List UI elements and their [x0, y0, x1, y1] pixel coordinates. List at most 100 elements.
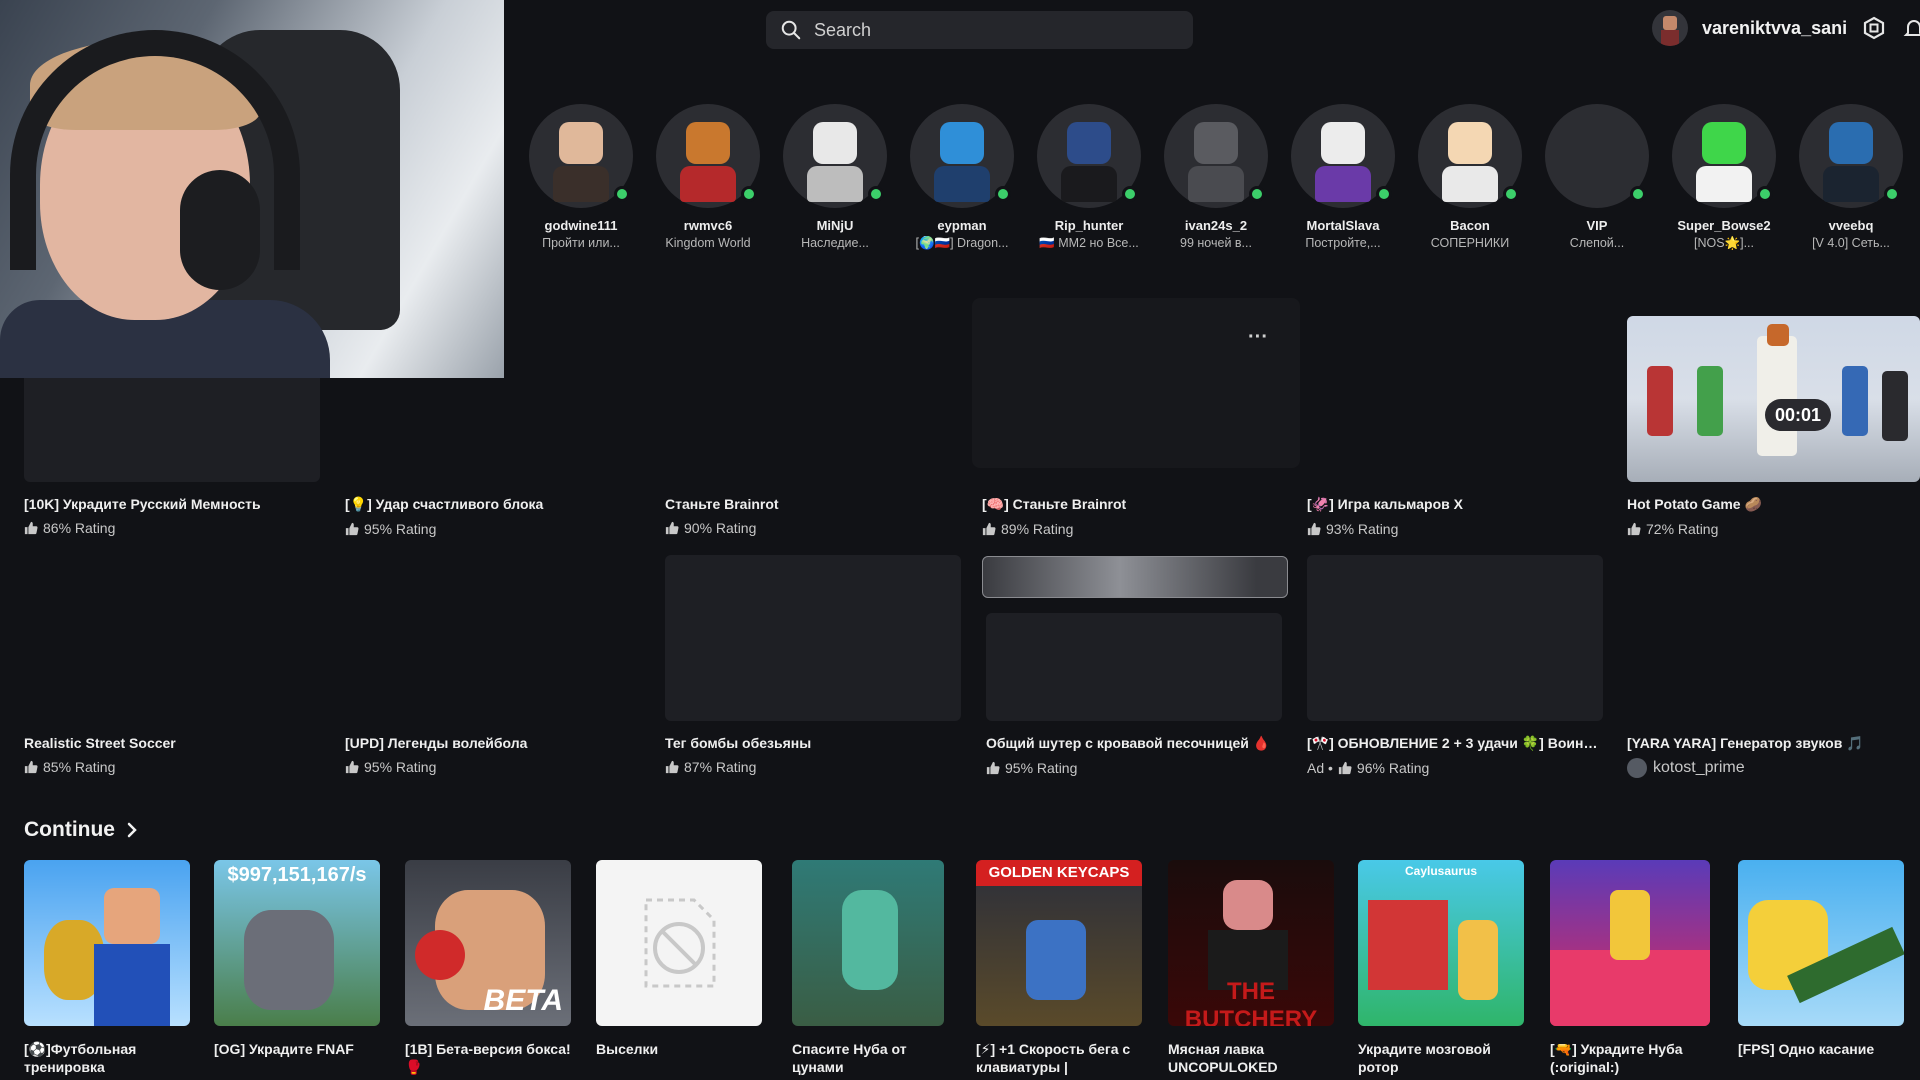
game-thumbnail[interactable]	[1550, 860, 1710, 1026]
friend-avatar[interactable]	[783, 104, 887, 208]
friend-avatar[interactable]	[1291, 104, 1395, 208]
game-thumbnail[interactable]: GOLDEN KEYCAPS	[976, 860, 1142, 1026]
game-rating: 93% Rating	[1307, 521, 1603, 537]
game-tile[interactable]: [🦑] Игра кальмаров X 93% Rating	[1307, 316, 1603, 537]
game-thumbnail[interactable]	[665, 316, 961, 482]
game-rating: 85% Rating	[24, 759, 320, 775]
friend-avatar[interactable]	[910, 104, 1014, 208]
friend-name: vveebq	[1828, 218, 1874, 233]
game-thumbnail[interactable]	[792, 860, 944, 1026]
game-thumbnail[interactable]	[1307, 316, 1603, 482]
notification-bell-icon[interactable]	[1901, 15, 1920, 41]
online-indicator	[1630, 186, 1646, 202]
game-tile[interactable]: [🎌] ОБНОВЛЕНИЕ 2 + 3 удачи 🍀] Воины ... …	[1307, 555, 1603, 776]
section-title: Continue	[24, 818, 115, 841]
thumbnail-overlay-text: BETA	[483, 984, 563, 1017]
game-tile[interactable]: Realistic Street Soccer 85% Rating	[24, 555, 320, 775]
friend-tile[interactable]: vveebq [V 4.0] Сеть...	[1799, 104, 1903, 251]
roblox-home-screen: Search vareniktvva_sani godwine111 Пройти…	[0, 0, 1920, 1080]
game-tile[interactable]: [UPD] Легенды волейбола 95% Rating	[345, 555, 641, 775]
friend-tile[interactable]: Super_Bowse2 [NOS🌟]...	[1672, 104, 1776, 251]
friend-status: Постройте,...	[1305, 236, 1381, 250]
thumbnail-overlay-text: GOLDEN KEYCAPS	[976, 860, 1142, 886]
game-thumbnail[interactable]: THE BUTCHERY	[1168, 860, 1334, 1026]
avatar[interactable]	[1652, 10, 1688, 46]
game-thumbnail[interactable]	[345, 555, 641, 721]
friend-status: СОПЕРНИКИ	[1430, 236, 1510, 250]
online-indicator	[614, 186, 630, 202]
game-title: [🎌] ОБНОВЛЕНИЕ 2 + 3 удачи 🍀] Воины ...	[1307, 735, 1603, 751]
search-input[interactable]: Search	[766, 11, 1193, 49]
game-title: [🧠] Станьте Brainrot	[982, 496, 1127, 512]
game-thumbnail[interactable]	[24, 555, 320, 721]
friend-tile[interactable]: MortalSlava Постройте,...	[1291, 104, 1395, 251]
game-title: [🦑] Игра кальмаров X	[1307, 496, 1463, 512]
thumbs-up-icon	[24, 521, 38, 535]
game-tile[interactable]: Hot Potato Game 🥔 72% Rating	[1627, 316, 1920, 537]
friend-tile[interactable]: ivan24s_2 99 ночей в...	[1164, 104, 1268, 251]
friend-status: Kingdom World	[665, 236, 751, 250]
continue-tile[interactable]: BETA [1B] Бета-версия бокса! 🥊	[405, 860, 571, 1076]
game-thumbnail[interactable]	[24, 860, 190, 1026]
search-icon	[781, 20, 801, 40]
game-tile[interactable]: Общий шутер с кровавой песочницей 🩸 95% …	[986, 555, 1282, 776]
friend-status: Слепой...	[1569, 236, 1625, 250]
game-rating: 72% Rating	[1627, 521, 1920, 537]
thumbs-up-icon	[1307, 522, 1321, 536]
online-indicator	[1503, 186, 1519, 202]
game-thumbnail[interactable]	[982, 316, 1278, 482]
online-indicator	[1122, 186, 1138, 202]
friend-tile[interactable]: Rip_hunter 🇷🇺 MM2 но Все...	[1037, 104, 1141, 251]
game-creator[interactable]: kotost_prime	[1627, 758, 1920, 778]
continue-tile[interactable]: GOLDEN KEYCAPS [⚡] +1 Скорость бега с кл…	[976, 860, 1142, 1076]
continue-section-header[interactable]: Continue	[24, 818, 139, 842]
continue-tile[interactable]: [⚽]Футбольная тренировка	[24, 860, 190, 1076]
thumbs-up-icon	[982, 522, 996, 536]
friend-status: Наследие...	[801, 236, 869, 250]
friend-avatar[interactable]	[1672, 104, 1776, 208]
game-tile[interactable]: Тег бомбы обезьяны 87% Rating	[665, 555, 961, 775]
game-tile[interactable]: [YARA YARA] Генератор звуков 🎵 kotost_pr…	[1627, 555, 1920, 778]
friend-name: eypman	[937, 218, 987, 233]
game-thumbnail[interactable]: BETA	[405, 860, 571, 1026]
username[interactable]: vareniktvva_sani	[1702, 18, 1847, 39]
game-tile[interactable]: [🧠] Станьте Brainrot 89% Rating	[982, 316, 1278, 537]
friend-avatar[interactable]	[1418, 104, 1522, 208]
friend-avatar[interactable]	[656, 104, 760, 208]
continue-tile[interactable]: Выселки	[596, 860, 762, 1058]
game-thumbnail[interactable]	[1307, 555, 1603, 721]
game-thumbnail[interactable]	[1627, 555, 1920, 721]
thumbnail-overlay-text: Caylusaurus	[1404, 864, 1478, 878]
friend-avatar[interactable]	[1037, 104, 1141, 208]
friend-tile[interactable]: rwmvc6 Kingdom World	[656, 104, 760, 251]
continue-tile[interactable]: [FPS] Одно касание	[1738, 860, 1904, 1058]
friend-tile[interactable]: eypman [🌍🇷🇺] Dragon...	[910, 104, 1014, 251]
friend-avatar[interactable]	[1799, 104, 1903, 208]
friend-avatar[interactable]	[1545, 104, 1649, 208]
continue-tile[interactable]: Caylusaurus Украдите мозговой ротор	[1358, 860, 1524, 1076]
friend-avatar[interactable]	[529, 104, 633, 208]
friend-tile[interactable]: MiNjU Наследие...	[783, 104, 887, 251]
robux-icon[interactable]	[1861, 15, 1887, 41]
continue-tile[interactable]: Спасите Нуба от цунами	[792, 860, 944, 1076]
game-thumbnail[interactable]	[596, 860, 762, 1026]
continue-tile[interactable]: [🔫] Украдите Нуба (:original:)	[1550, 860, 1710, 1076]
game-thumbnail-spacer	[1627, 316, 1920, 482]
user-menu[interactable]: vareniktvva_sani	[1652, 10, 1920, 46]
friend-tile[interactable]: VIP Слепой...	[1545, 104, 1649, 251]
game-thumbnail[interactable]	[1738, 860, 1904, 1026]
search-placeholder: Search	[814, 19, 872, 40]
game-thumbnail[interactable]	[986, 613, 1282, 721]
game-title: [⚽]Футбольная тренировка	[24, 1041, 137, 1075]
game-thumbnail[interactable]: Caylusaurus	[1358, 860, 1524, 1026]
continue-tile[interactable]: $997,151,167/s [OG] Украдите FNAF	[214, 860, 380, 1058]
friend-avatar[interactable]	[1164, 104, 1268, 208]
ad-label: Ad •	[1307, 760, 1333, 776]
game-thumbnail[interactable]: $997,151,167/s	[214, 860, 380, 1026]
friend-tile[interactable]: godwine111 Пройти или...	[529, 104, 633, 251]
continue-tile[interactable]: THE BUTCHERY Мясная лавка UNCOPULOKED	[1168, 860, 1334, 1076]
friend-tile[interactable]: Bacon СОПЕРНИКИ	[1418, 104, 1522, 251]
game-thumbnail[interactable]	[665, 555, 961, 721]
game-tile[interactable]: Станьте Brainrot 90% Rating	[665, 316, 961, 536]
game-title: Выселки	[596, 1041, 659, 1057]
